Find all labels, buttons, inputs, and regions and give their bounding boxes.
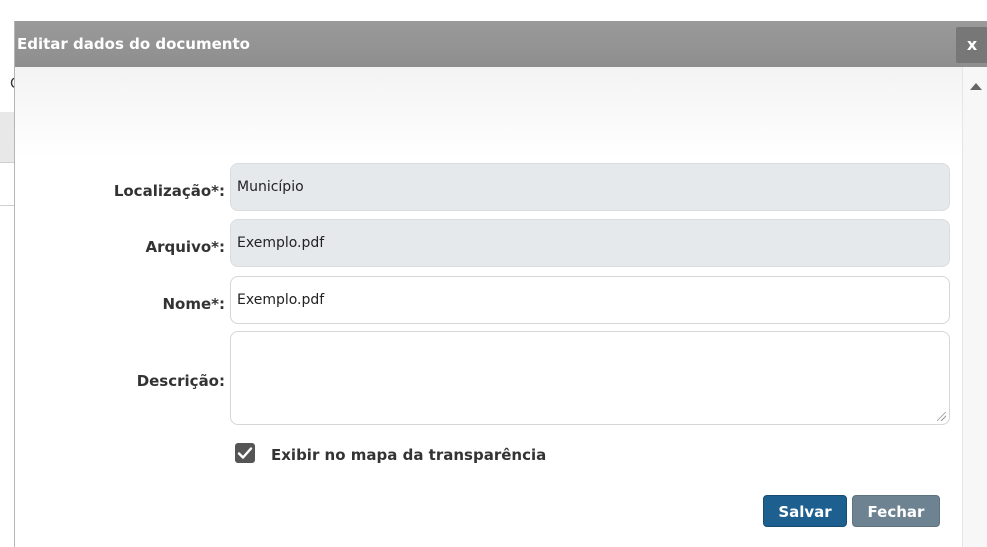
description-textarea[interactable] (230, 331, 950, 425)
location-field: Município (230, 163, 950, 211)
description-label: Descrição: (136, 372, 225, 390)
dialog-close-button[interactable]: x (956, 27, 987, 63)
file-field: Exemplo.pdf (230, 219, 950, 267)
dialog-content: Localização*: Município Arquivo*: Exempl… (15, 67, 963, 547)
name-label: Nome*: (162, 295, 225, 313)
close-button[interactable]: Fechar (852, 495, 940, 527)
background-divider (0, 205, 14, 206)
resize-grip-icon[interactable] (937, 412, 946, 421)
dialog-scrollbar[interactable] (962, 67, 987, 547)
name-input[interactable]: Exemplo.pdf (230, 276, 950, 324)
dialog-titlebar[interactable]: Editar dados do documento x (15, 21, 987, 67)
chevron-up-icon[interactable] (970, 83, 982, 90)
file-label: Arquivo*: (145, 238, 226, 256)
edit-document-dialog: Editar dados do documento x Localização*… (14, 21, 987, 547)
location-label: Localização*: (113, 182, 225, 200)
show-on-map-checkbox[interactable] (235, 443, 255, 463)
check-icon (237, 447, 253, 459)
save-button[interactable]: Salvar (763, 495, 847, 527)
close-icon: x (966, 35, 978, 54)
background-page: C (0, 0, 14, 547)
background-band (0, 112, 14, 163)
show-on-map-label[interactable]: Exibir no mapa da transparência (271, 446, 546, 464)
screen: C Editar dados do documento x Localizaçã… (0, 0, 987, 547)
dialog-title: Editar dados do documento (17, 35, 250, 53)
